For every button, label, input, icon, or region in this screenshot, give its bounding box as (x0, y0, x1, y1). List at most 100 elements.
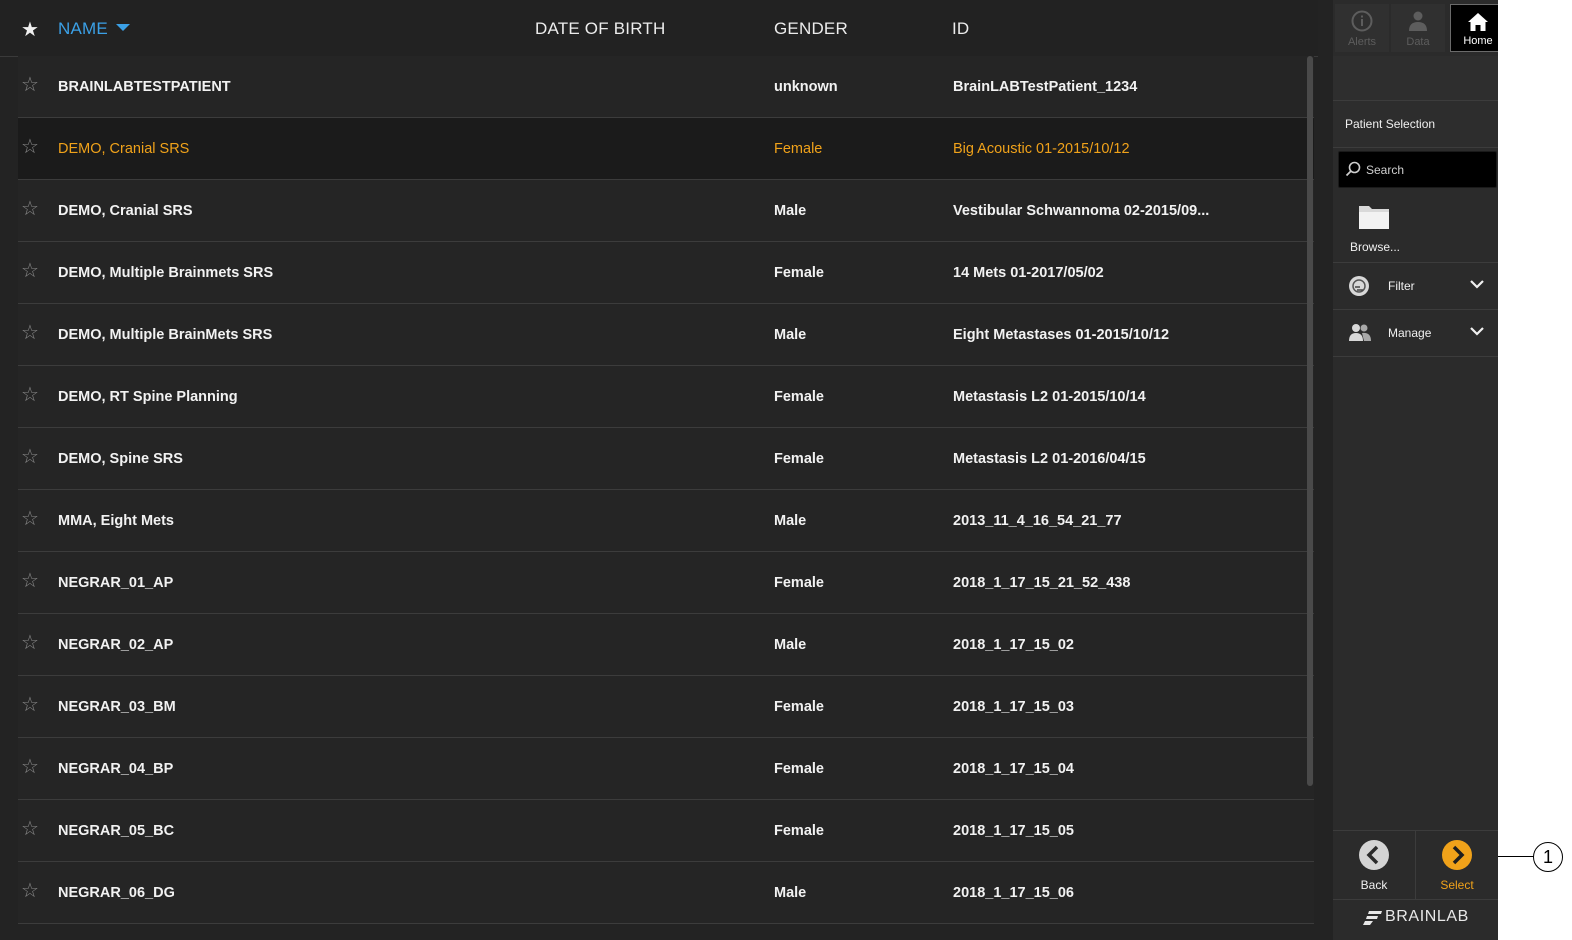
alerts-label: Alerts (1347, 36, 1377, 48)
back-button[interactable]: Back (1333, 831, 1416, 899)
search-icon (1345, 161, 1361, 177)
table-row[interactable]: ☆ BRAINLABTESTPATIENT unknown BrainLABTestP… (18, 56, 1314, 118)
patient-name: NEGRAR_02_AP (58, 637, 174, 653)
patient-id: Big Acoustic 01-2015/10/12 (953, 141, 1130, 157)
select-button[interactable]: Select (1416, 831, 1498, 899)
select-label: Select (1440, 878, 1474, 892)
table-row[interactable]: ☆ NEGRAR_03_BM Female 2018_1_17_15_03 (18, 676, 1314, 738)
table-scrollbar[interactable] (1307, 56, 1313, 786)
table-row[interactable]: ☆ DEMO, RT Spine Planning Female Metastasis… (18, 366, 1314, 428)
callout-line (1498, 856, 1534, 857)
favorite-star-icon[interactable]: ☆ (21, 509, 39, 529)
patient-name: DEMO, Multiple BrainMets SRS (58, 327, 273, 343)
table-row[interactable]: ☆ DEMO, Spine SRS Female Metastasis L2 01-2… (18, 428, 1314, 490)
table-row[interactable]: ☆ MMA, Eight Mets Male 2013_11_4_16_54_21_7… (18, 490, 1314, 552)
patient-gender: Male (774, 327, 807, 343)
sidebar-spacer (1333, 56, 1498, 101)
favorite-star-icon[interactable]: ☆ (21, 695, 39, 715)
patient-gender: Female (774, 141, 823, 157)
patient-name: DEMO, Cranial SRS (58, 141, 190, 157)
patient-gender: Male (774, 637, 807, 653)
patient-id: 14 Mets 01-2017/05/02 (953, 265, 1104, 281)
patient-gender: Female (774, 451, 824, 467)
sidebar: Alerts Data Home Patient Selection Searc… (1333, 0, 1498, 940)
patient-id: 2018_1_17_15_03 (953, 699, 1074, 715)
browse-label: Browse... (1350, 240, 1401, 254)
table-row[interactable]: ☆ DEMO, Cranial SRS Male Vestibular Schwann… (18, 180, 1314, 242)
forward-arrow-icon (1442, 840, 1472, 870)
favorites-star-icon[interactable]: ★ (21, 17, 39, 42)
callout-marker: 1 (1533, 842, 1563, 872)
patient-gender: unknown (774, 79, 838, 95)
back-arrow-icon (1359, 840, 1389, 870)
table-header: ★ NAME DATE OF BIRTH GENDER ID (0, 0, 1318, 57)
patient-gender: Male (774, 513, 807, 529)
patient-selection-app: ★ NAME DATE OF BIRTH GENDER ID ☆ BRAINLAB… (0, 0, 1498, 940)
patient-id: 2018_1_17_15_06 (953, 885, 1074, 901)
filter-icon (1349, 276, 1369, 296)
favorite-star-icon[interactable]: ☆ (21, 261, 39, 281)
patient-id: BrainLABTestPatient_1234 (953, 79, 1138, 95)
patient-id: Eight Metastases 01-2015/10/12 (953, 327, 1170, 343)
favorite-star-icon[interactable]: ☆ (21, 323, 39, 343)
favorite-star-icon[interactable]: ☆ (21, 571, 39, 591)
column-header-id[interactable]: ID (952, 19, 969, 39)
patient-gender: Male (774, 885, 807, 901)
favorite-star-icon[interactable]: ☆ (21, 199, 39, 219)
table-row[interactable]: ☆ DEMO, Cranial SRS Female Big Acoustic 01-… (18, 118, 1314, 180)
table-row[interactable]: ☆ NEGRAR_02_AP Male 2018_1_17_15_02 (18, 614, 1314, 676)
patient-id: Metastasis L2 01-2016/04/15 (953, 451, 1146, 467)
filter-menu[interactable]: Filter (1333, 263, 1498, 310)
patient-table: ★ NAME DATE OF BIRTH GENDER ID ☆ BRAINLAB… (0, 0, 1330, 940)
search-placeholder: Search (1366, 163, 1405, 177)
users-icon (1349, 324, 1371, 341)
favorite-star-icon[interactable]: ☆ (21, 881, 39, 901)
top-navigation: Alerts Data Home (1333, 0, 1498, 54)
sort-descending-icon (115, 24, 130, 31)
table-row[interactable]: ☆ DEMO, Multiple BrainMets SRS Male Eight M… (18, 304, 1314, 366)
favorite-star-icon[interactable]: ☆ (21, 819, 39, 839)
patient-gender: Female (774, 823, 824, 839)
alerts-button[interactable]: Alerts (1335, 4, 1389, 52)
table-row[interactable]: ☆ NEGRAR_05_BC Female 2018_1_17_15_05 (18, 800, 1314, 862)
favorite-star-icon[interactable]: ☆ (21, 447, 39, 467)
patient-list: ☆ BRAINLABTESTPATIENT unknown BrainLABTestP… (18, 56, 1314, 940)
column-header-date-of-birth[interactable]: DATE OF BIRTH (535, 19, 665, 39)
patient-name: NEGRAR_06_DG (58, 885, 175, 901)
search-input[interactable]: Search (1338, 151, 1497, 188)
table-row[interactable]: ☆ DEMO, Multiple Brainmets SRS Female 14 Me… (18, 242, 1314, 304)
table-row[interactable]: ☆ NEGRAR_01_AP Female 2018_1_17_15_21_52_43… (18, 552, 1314, 614)
favorite-star-icon[interactable]: ☆ (21, 385, 39, 405)
patient-name: NEGRAR_03_BM (58, 699, 176, 715)
data-button[interactable]: Data (1391, 4, 1445, 52)
action-bar: Back Select (1333, 830, 1498, 899)
patient-id: Metastasis L2 01-2015/10/14 (953, 389, 1146, 405)
info-icon (1351, 10, 1373, 32)
brand-logo: BRAINLAB (1333, 899, 1498, 940)
patient-name: NEGRAR_04_BP (58, 761, 174, 777)
home-icon (1468, 13, 1488, 31)
patient-gender: Female (774, 699, 824, 715)
home-button[interactable]: Home (1450, 4, 1498, 52)
column-header-name-label: NAME (58, 19, 108, 38)
patient-id: Vestibular Schwannoma 02-2015/09... (953, 203, 1210, 219)
patient-name: DEMO, RT Spine Planning (58, 389, 238, 405)
patient-name: DEMO, Multiple Brainmets SRS (58, 265, 274, 281)
patient-name: NEGRAR_01_AP (58, 575, 174, 591)
patient-gender: Female (774, 761, 824, 777)
column-header-name[interactable]: NAME (58, 19, 130, 39)
table-row[interactable]: ☆ NEGRAR_04_BP Female 2018_1_17_15_04 (18, 738, 1314, 800)
manage-label: Manage (1388, 326, 1432, 340)
favorite-star-icon[interactable]: ☆ (21, 633, 39, 653)
manage-menu[interactable]: Manage (1333, 310, 1498, 357)
sidebar-title: Patient Selection (1345, 117, 1436, 131)
favorite-star-icon[interactable]: ☆ (21, 757, 39, 777)
column-header-gender[interactable]: GENDER (774, 19, 848, 39)
favorite-star-icon[interactable]: ☆ (21, 75, 39, 95)
patient-gender: Male (774, 203, 807, 219)
favorite-star-icon[interactable]: ☆ (21, 137, 39, 157)
patient-id: 2018_1_17_15_04 (953, 761, 1074, 777)
browse-button[interactable]: Browse... (1333, 190, 1498, 263)
folder-icon (1359, 206, 1389, 229)
table-row[interactable]: ☆ NEGRAR_06_DG Male 2018_1_17_15_06 (18, 862, 1314, 924)
